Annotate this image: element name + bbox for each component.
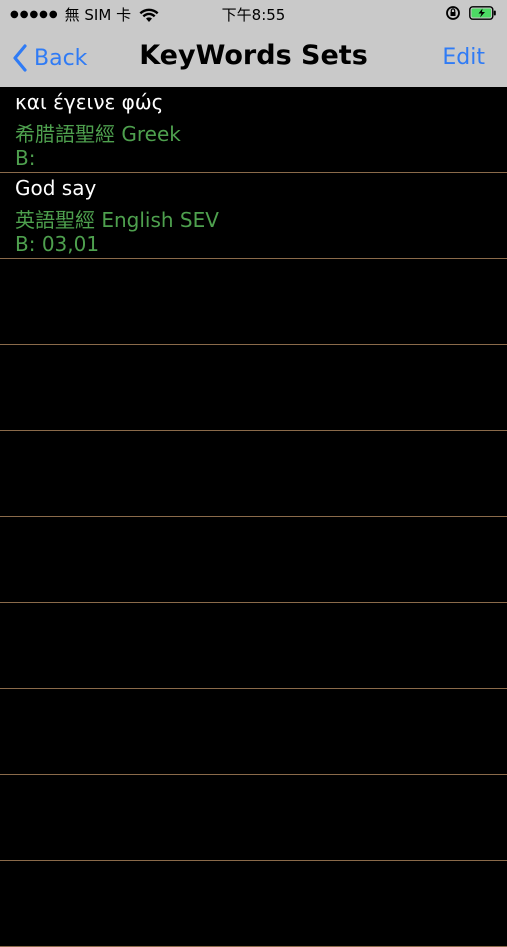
keyword-sets-list: και έγεινε φώς 希腊語聖經 Greek B: God say 英語…: [0, 87, 507, 947]
bible-version-text: 英語聖經 English SEV: [15, 208, 219, 232]
list-item[interactable]: [0, 603, 507, 689]
keywords-text: God say: [15, 176, 97, 200]
list-item[interactable]: [0, 431, 507, 517]
list-item[interactable]: [0, 775, 507, 861]
list-item[interactable]: [0, 345, 507, 431]
status-bar: ●●●●● 無 SIM 卡 下午8:55: [0, 0, 507, 28]
list-item[interactable]: [0, 259, 507, 345]
bookmark-text: B:: [15, 146, 36, 170]
edit-button[interactable]: Edit: [442, 45, 485, 70]
navigation-bar: Back KeyWords Sets Edit: [0, 28, 507, 87]
status-right: [445, 5, 497, 21]
bookmark-text: B: 03,01: [15, 232, 100, 256]
bible-version-text: 希腊語聖經 Greek: [15, 122, 181, 146]
page-title: KeyWords Sets: [139, 40, 368, 71]
status-time: 下午8:55: [221, 6, 286, 24]
list-item[interactable]: [0, 861, 507, 947]
list-item[interactable]: και έγεινε φώς 希腊語聖經 Greek B:: [0, 87, 507, 173]
list-item[interactable]: [0, 689, 507, 775]
list-item[interactable]: [0, 517, 507, 603]
list-item[interactable]: God say 英語聖經 English SEV B: 03,01: [0, 173, 507, 259]
keywords-text: και έγεινε φώς: [15, 90, 164, 114]
orientation-lock-icon: [446, 6, 460, 20]
battery-icon: [469, 6, 496, 20]
